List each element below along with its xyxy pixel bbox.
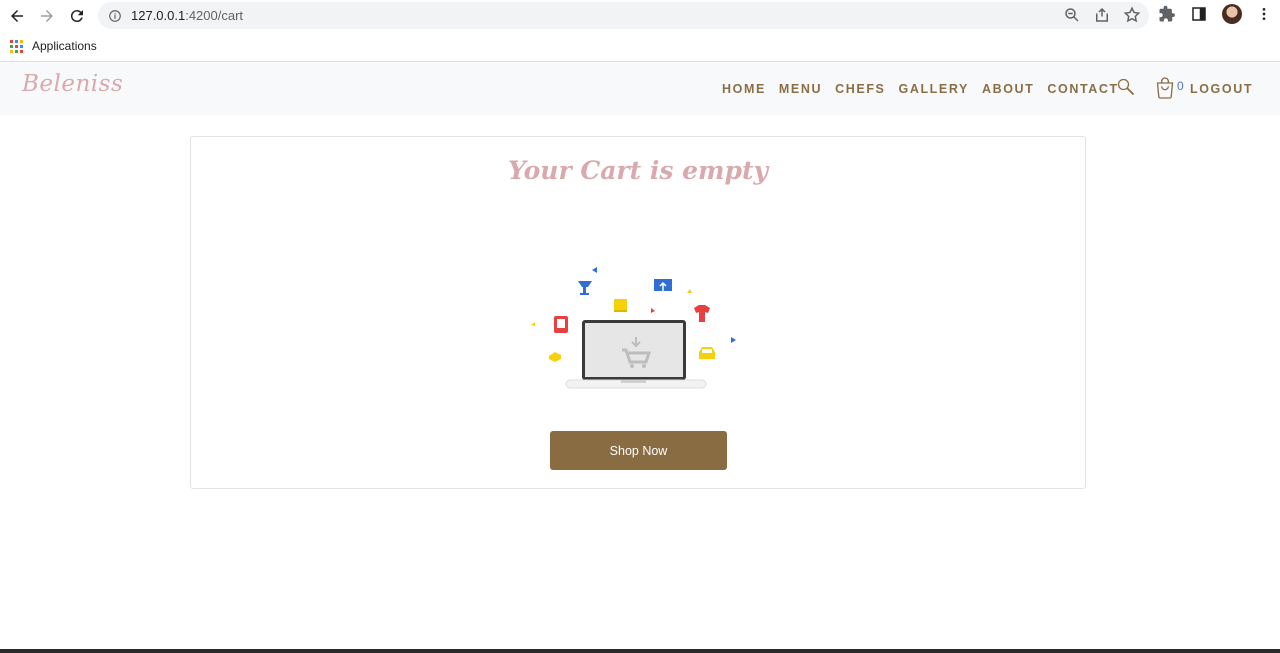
share-icon[interactable] [1093, 6, 1111, 24]
browser-toolbar: 127.0.0.1:4200/cart [0, 0, 1280, 31]
url-text[interactable]: 127.0.0.1:4200/cart [131, 8, 243, 23]
main-nav: HOME MENU CHEFS GALLERY ABOUT CONTACT [722, 82, 1132, 96]
nav-about[interactable]: ABOUT [982, 82, 1034, 96]
zoom-icon[interactable] [1063, 6, 1081, 24]
empty-cart-card: Your Cart is empty Shop Now [190, 136, 1086, 489]
nav-menu[interactable]: MENU [779, 82, 822, 96]
apps-icon[interactable] [10, 39, 23, 53]
nav-contact[interactable]: CONTACT [1047, 82, 1118, 96]
shop-now-button[interactable]: Shop Now [550, 431, 727, 470]
star-icon[interactable] [1123, 6, 1141, 24]
nav-home[interactable]: HOME [722, 82, 766, 96]
side-panel-icon[interactable] [1190, 5, 1208, 23]
menu-dots-icon[interactable] [1256, 5, 1272, 23]
bookmark-applications[interactable]: Applications [32, 39, 97, 53]
site-header: Beleniss HOME MENU CHEFS GALLERY ABOUT C… [0, 63, 1280, 115]
back-arrow-icon[interactable] [2, 1, 32, 31]
info-icon[interactable] [108, 9, 122, 23]
logout-link[interactable]: LOGOUT [1190, 82, 1253, 96]
taskbar-strip [0, 649, 1280, 653]
empty-cart-illustration [531, 267, 736, 389]
nav-gallery[interactable]: GALLERY [899, 82, 969, 96]
shopping-bag-icon[interactable] [1155, 77, 1175, 99]
brand-logo[interactable]: Beleniss [22, 71, 123, 97]
reload-icon[interactable] [62, 1, 92, 31]
forward-arrow-icon[interactable] [32, 1, 62, 31]
profile-avatar[interactable] [1222, 4, 1242, 24]
search-icon[interactable] [1116, 77, 1136, 97]
cart-title: Your Cart is empty [507, 156, 769, 185]
cart-count-badge: 0 [1177, 79, 1184, 93]
bookmarks-bar: Applications [0, 31, 1280, 62]
address-bar[interactable]: 127.0.0.1:4200/cart [98, 2, 1149, 29]
nav-chefs[interactable]: CHEFS [835, 82, 885, 96]
extensions-icon[interactable] [1158, 5, 1176, 23]
